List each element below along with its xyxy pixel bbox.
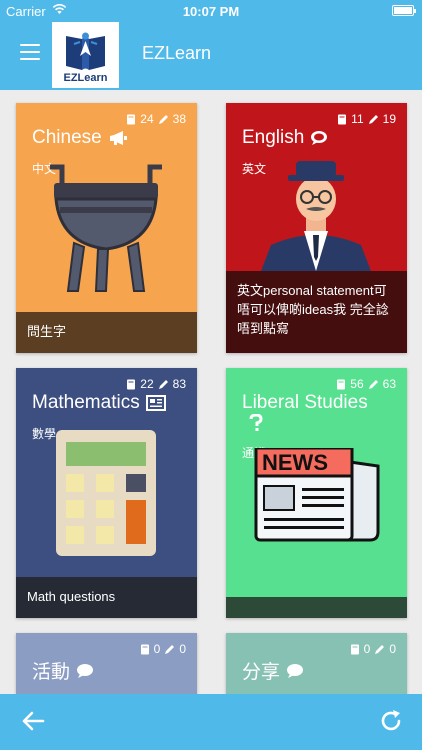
app-title: EZLearn bbox=[142, 43, 212, 63]
answer-count: 63 bbox=[382, 377, 396, 391]
subject-card-activities[interactable]: 0 0 活動 bbox=[16, 633, 197, 694]
clock: 10:07 PM bbox=[182, 4, 240, 19]
card-stats: 24 38 bbox=[126, 112, 186, 126]
pencil-icon bbox=[368, 379, 378, 389]
answer-count: 38 bbox=[172, 112, 186, 126]
card-title-text: 活動 bbox=[32, 662, 71, 683]
card-stats: 0 0 bbox=[350, 642, 396, 656]
card-footer: Math questions bbox=[16, 577, 197, 618]
book-icon bbox=[127, 114, 136, 124]
calculator-image bbox=[56, 430, 156, 556]
book-icon bbox=[127, 379, 136, 389]
newspaper-image: NEWS bbox=[254, 448, 380, 542]
subject-card-mathematics[interactable]: 22 83 Mathematics 數學 Math questions bbox=[16, 368, 197, 618]
card-title: English bbox=[242, 127, 330, 149]
pencil-icon bbox=[368, 114, 378, 124]
card-footer: 問生字 bbox=[16, 312, 197, 353]
battery-icon bbox=[392, 5, 416, 16]
pencil-icon bbox=[158, 114, 168, 124]
refresh-icon[interactable] bbox=[378, 708, 404, 734]
newspaper-icon bbox=[145, 395, 166, 411]
gentleman-image bbox=[261, 161, 371, 271]
pencil-icon bbox=[375, 644, 385, 654]
card-stats: 56 63 bbox=[336, 377, 396, 391]
card-stats: 22 83 bbox=[126, 377, 186, 391]
app-logo: EZLearn bbox=[52, 22, 119, 88]
pencil-icon bbox=[158, 379, 168, 389]
card-title-text: Mathematics bbox=[32, 392, 140, 413]
menu-button[interactable] bbox=[20, 44, 40, 60]
card-title-text: 分享 bbox=[242, 662, 281, 683]
answer-count: 0 bbox=[389, 642, 396, 656]
subject-card-chinese[interactable]: 24 38 Chinese 中文 問生字 bbox=[16, 103, 197, 353]
subject-card-sharing[interactable]: 0 0 分享 bbox=[226, 633, 407, 694]
card-title: Chinese bbox=[32, 127, 128, 149]
comments-icon bbox=[311, 131, 328, 145]
card-title: 活動 bbox=[32, 657, 96, 684]
question-count: 11 bbox=[351, 112, 364, 126]
svg-text:NEWS: NEWS bbox=[262, 450, 328, 475]
cauldron-image bbox=[50, 164, 162, 292]
book-icon bbox=[140, 644, 149, 654]
bottom-toolbar bbox=[0, 694, 422, 750]
card-title-text: Chinese bbox=[32, 127, 102, 148]
card-footer: 英文personal statement可唔可以俾啲ideas我 完全諗唔到點寫 bbox=[226, 271, 407, 353]
logo-book-icon bbox=[66, 32, 105, 70]
status-bar: Carrier 10:07 PM bbox=[0, 0, 422, 22]
subject-card-liberal-studies[interactable]: 56 63 Liberal Studies 通識 NEWS bbox=[226, 368, 407, 618]
megaphone-icon bbox=[109, 131, 127, 145]
question-icon bbox=[249, 414, 263, 431]
card-footer bbox=[226, 597, 407, 618]
book-icon bbox=[337, 379, 346, 389]
book-icon bbox=[338, 114, 347, 124]
question-count: 0 bbox=[363, 642, 371, 656]
pencil-icon bbox=[165, 644, 175, 654]
comments-icon bbox=[287, 663, 304, 678]
question-count: 22 bbox=[140, 377, 154, 391]
answer-count: 83 bbox=[172, 377, 186, 391]
card-subtitle: 數學 bbox=[32, 427, 57, 441]
subject-card-english[interactable]: 11 19 English 英文 英文personal statement可唔可… bbox=[226, 103, 407, 353]
question-count: 56 bbox=[350, 377, 364, 391]
answer-count: 0 bbox=[179, 642, 186, 656]
app-header: Carrier 10:07 PM EZLearn EZLearn bbox=[0, 0, 422, 90]
card-title-text: Liberal Studies bbox=[242, 392, 368, 413]
card-title: Mathematics bbox=[32, 392, 166, 414]
back-arrow-icon[interactable] bbox=[20, 708, 46, 734]
book-icon bbox=[350, 644, 359, 654]
question-count: 0 bbox=[153, 642, 161, 656]
card-title: Liberal Studies bbox=[242, 392, 368, 432]
answer-count: 19 bbox=[382, 112, 396, 126]
card-stats: 11 19 bbox=[337, 112, 396, 126]
card-title-text: English bbox=[242, 127, 305, 148]
logo-text: EZLearn bbox=[63, 72, 108, 84]
comments-icon bbox=[77, 663, 94, 678]
card-stats: 0 0 bbox=[140, 642, 186, 656]
card-title: 分享 bbox=[242, 657, 306, 684]
question-count: 24 bbox=[140, 112, 154, 126]
